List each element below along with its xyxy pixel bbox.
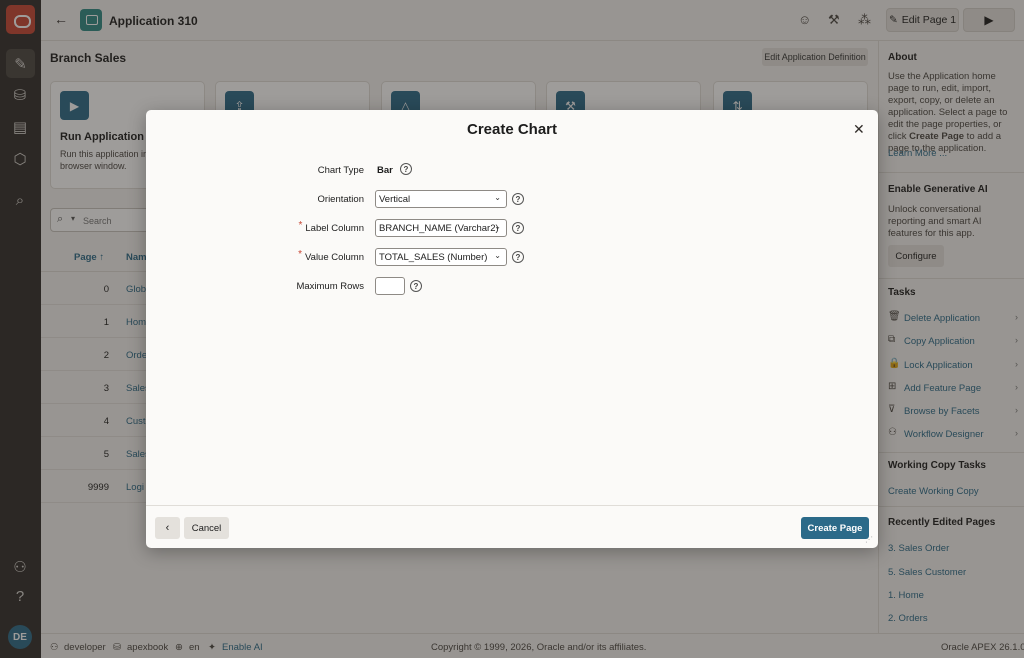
create-chart-dialog: Create Chart ✕ Chart Type Bar ? Orientat… bbox=[146, 110, 878, 548]
chevron-left-icon: ‹ bbox=[165, 522, 170, 534]
label-column-select[interactable]: BRANCH_NAME (Varchar2) ⌄ bbox=[375, 219, 507, 237]
help-icon[interactable]: ? bbox=[512, 193, 524, 205]
chevron-down-icon: ⌄ bbox=[494, 193, 501, 202]
help-icon[interactable]: ? bbox=[512, 251, 524, 263]
close-icon[interactable]: ✕ bbox=[853, 121, 865, 138]
required-marker: * bbox=[298, 249, 303, 260]
max-rows-input[interactable] bbox=[375, 277, 405, 295]
help-icon[interactable]: ? bbox=[410, 280, 422, 292]
chevron-down-icon: ⌄ bbox=[494, 222, 501, 231]
max-rows-label: Maximum Rows bbox=[296, 281, 364, 292]
label-column-label: * Label Column bbox=[298, 220, 364, 234]
chart-type-value: Bar bbox=[377, 165, 393, 176]
create-page-button[interactable]: Create Page bbox=[801, 517, 869, 539]
resize-grip-icon[interactable]: ⋰ bbox=[865, 535, 875, 545]
help-icon[interactable]: ? bbox=[400, 163, 412, 175]
orientation-select[interactable]: Vertical ⌄ bbox=[375, 190, 507, 208]
dialog-title: Create Chart bbox=[466, 121, 558, 138]
chevron-down-icon: ⌄ bbox=[494, 251, 501, 260]
dialog-footer: ‹ Cancel Create Page bbox=[146, 505, 878, 548]
help-icon[interactable]: ? bbox=[512, 222, 524, 234]
orientation-label: Orientation bbox=[317, 194, 364, 205]
chart-type-label: Chart Type bbox=[317, 165, 364, 176]
value-column-select[interactable]: TOTAL_SALES (Number) ⌄ bbox=[375, 248, 507, 266]
required-marker: * bbox=[298, 220, 303, 231]
previous-button[interactable]: ‹ bbox=[155, 517, 180, 539]
cancel-button[interactable]: Cancel bbox=[184, 517, 229, 539]
value-column-label: * Value Column bbox=[298, 249, 364, 263]
